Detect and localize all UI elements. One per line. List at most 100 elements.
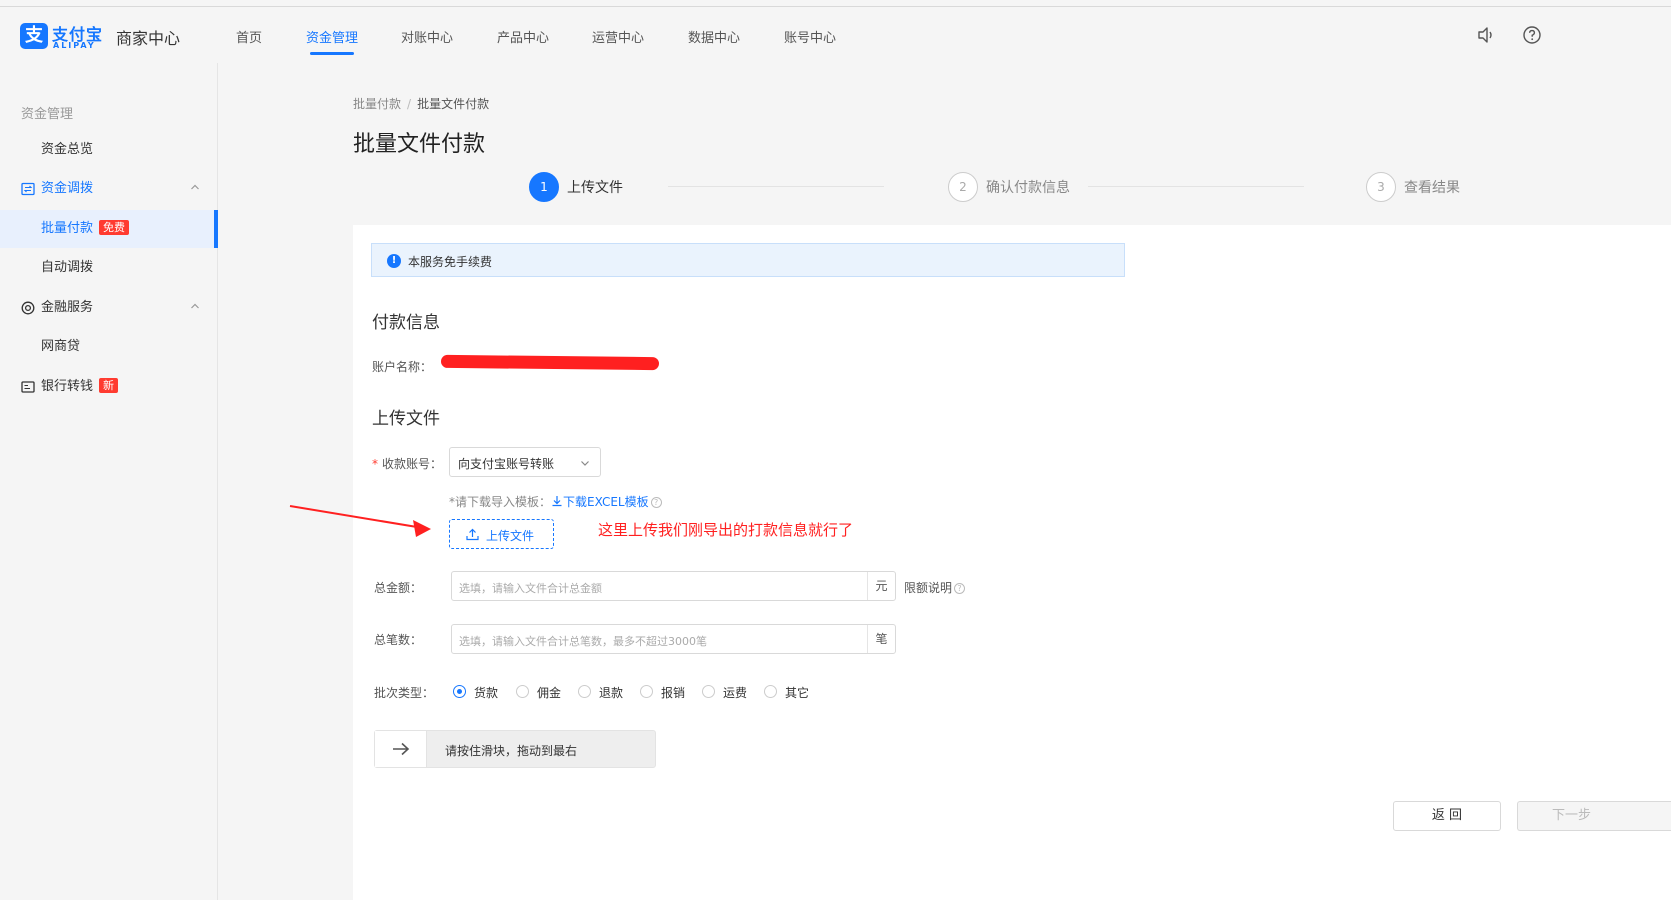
batch-type-label: 批次类型：	[374, 686, 435, 700]
sidebar-item-label: 网商贷	[41, 339, 81, 354]
arrow-right-icon	[393, 742, 410, 756]
input-placeholder: 选填，请输入文件合计总金额	[459, 582, 602, 595]
chevron-up-icon	[191, 303, 199, 309]
sidebar-item-batch-payment[interactable]: 批量付款 免费	[0, 210, 218, 248]
step-connector	[1088, 186, 1304, 187]
radio-label: 佣金	[537, 686, 562, 700]
app-title: 商家中心	[116, 29, 181, 48]
recv-account-select[interactable]: 向支付宝账号转账	[449, 447, 601, 477]
speaker-icon[interactable]	[1476, 25, 1496, 45]
slide-verify[interactable]: 请按住滑块，拖动到最右	[374, 730, 656, 768]
radio-label: 退款	[599, 686, 624, 700]
step-number: 3	[1366, 172, 1396, 202]
radio-dot	[516, 685, 529, 698]
nav-products[interactable]: 产品中心	[497, 27, 549, 46]
sidebar-item-auto-transfer[interactable]: 自动调拨	[0, 249, 218, 287]
target-icon	[21, 301, 35, 315]
transfer-icon	[21, 182, 35, 196]
fee-notice: ! 本服务免手续费	[371, 243, 1125, 277]
breadcrumb-parent[interactable]: 批量付款	[353, 97, 401, 111]
step-label: 确认付款信息	[986, 180, 1070, 196]
sidebar-item-label: 资金调拨	[41, 181, 94, 196]
sidebar-item-fund-overview[interactable]: 资金总览	[0, 131, 218, 169]
template-hint: *请下载导入模板： 下载EXCEL模板?	[449, 493, 662, 510]
sidebar-item-mybank-loan[interactable]: 网商贷	[0, 328, 218, 366]
sidebar: 资金管理 资金总览 资金调拨 批量付款 免费 自动调拨 金融服务 网商贷 银行转…	[0, 63, 218, 900]
sidebar-item-label: 自动调拨	[41, 260, 94, 275]
nav-home[interactable]: 首页	[236, 27, 262, 46]
radio-dot	[702, 685, 715, 698]
radio-label: 报销	[661, 686, 686, 700]
slider-text: 请按住滑块，拖动到最右	[445, 744, 578, 758]
notice-text: 本服务免手续费	[408, 255, 493, 269]
free-badge: 免费	[99, 220, 130, 235]
count-unit: 笔	[867, 625, 895, 653]
form-card: ! 本服务免手续费 付款信息 账户名称： 上传文件 * 收款账号： 向支付宝账号转…	[353, 225, 1671, 900]
step-label: 上传文件	[567, 180, 623, 196]
chevron-down-icon	[581, 461, 589, 466]
input-placeholder: 选填，请输入文件合计总笔数，最多不超过3000笔	[459, 635, 707, 648]
alipay-logo-icon[interactable]: 支	[20, 23, 48, 49]
slider-handle[interactable]	[375, 731, 427, 767]
top-header: 支 支付宝 ALIPAY 商家中心 首页 资金管理 对账中心 产品中心 运营中心…	[0, 7, 1671, 63]
breadcrumb-current: 批量文件付款	[417, 97, 490, 111]
sidebar-item-financial-services[interactable]: 金融服务	[0, 289, 218, 327]
recv-account-label-text: 收款账号：	[382, 457, 443, 471]
limit-info-label: 限额说明	[904, 581, 953, 595]
radio-dot	[578, 685, 591, 698]
redaction-mark	[440, 354, 660, 371]
upload-icon	[466, 528, 479, 541]
radio-label: 货款	[474, 686, 499, 700]
radio-dot	[453, 685, 466, 698]
radio-dot	[640, 685, 653, 698]
step-connector	[668, 186, 884, 187]
nav-account[interactable]: 账号中心	[784, 27, 836, 46]
question-icon[interactable]: ?	[954, 583, 966, 594]
sidebar-item-label: 银行转钱	[41, 379, 94, 394]
recv-account-label: * 收款账号：	[372, 457, 443, 471]
sidebar-group-title: 资金管理	[21, 107, 74, 122]
nav-fund-management[interactable]: 资金管理	[306, 27, 358, 46]
sidebar-item-label-wrap: 批量付款 免费	[41, 210, 130, 248]
total-amount-label: 总金额：	[374, 581, 423, 595]
payment-info-title: 付款信息	[372, 313, 440, 333]
sidebar-item-fund-transfer[interactable]: 资金调拨	[0, 170, 218, 208]
nav-active-indicator	[310, 52, 354, 55]
sidebar-item-bank-transfer[interactable]: 银行转钱新	[0, 368, 218, 406]
bank-card-icon	[21, 381, 35, 393]
radio-dot	[764, 685, 777, 698]
amount-unit: 元	[867, 572, 895, 600]
download-icon	[552, 496, 562, 507]
limit-info[interactable]: 限额说明?	[904, 579, 966, 596]
radio-label: 运费	[723, 686, 748, 700]
step-number: 1	[529, 172, 559, 202]
breadcrumb-separator: /	[407, 97, 412, 111]
info-icon: !	[387, 254, 401, 268]
template-hint-text: *请下载导入模板：	[449, 495, 552, 509]
account-name-label: 账户名称：	[372, 360, 433, 374]
sidebar-item-label: 资金总览	[41, 142, 94, 157]
sidebar-item-label-wrap: 银行转钱新	[41, 368, 119, 406]
page-title: 批量文件付款	[353, 132, 486, 157]
next-button[interactable]: 下一步	[1517, 801, 1671, 831]
radio-label: 其它	[785, 686, 810, 700]
step-number: 2	[948, 172, 978, 202]
nav-reconciliation[interactable]: 对账中心	[401, 27, 453, 46]
sidebar-item-label: 金融服务	[41, 300, 94, 315]
help-icon[interactable]	[1522, 25, 1542, 45]
annotation-text: 这里上传我们刚导出的打款信息就行了	[598, 521, 854, 539]
upload-button-label: 上传文件	[486, 529, 535, 543]
total-count-input[interactable]: 选填，请输入文件合计总笔数，最多不超过3000笔 笔	[451, 624, 896, 654]
nav-data[interactable]: 数据中心	[688, 27, 740, 46]
download-template-link[interactable]: 下载EXCEL模板	[551, 495, 649, 509]
question-icon[interactable]: ?	[650, 497, 662, 508]
step-label: 查看结果	[1404, 180, 1460, 196]
download-template-label: 下载EXCEL模板	[563, 495, 649, 509]
select-value: 向支付宝账号转账	[458, 457, 555, 471]
upload-file-button[interactable]: 上传文件	[449, 519, 554, 549]
total-count-label: 总笔数：	[374, 633, 423, 647]
logo-subtext: ALIPAY	[53, 41, 96, 50]
nav-operations[interactable]: 运营中心	[592, 27, 644, 46]
total-amount-input[interactable]: 选填，请输入文件合计总金额 元	[451, 571, 896, 601]
back-button[interactable]: 返 回	[1393, 801, 1501, 831]
